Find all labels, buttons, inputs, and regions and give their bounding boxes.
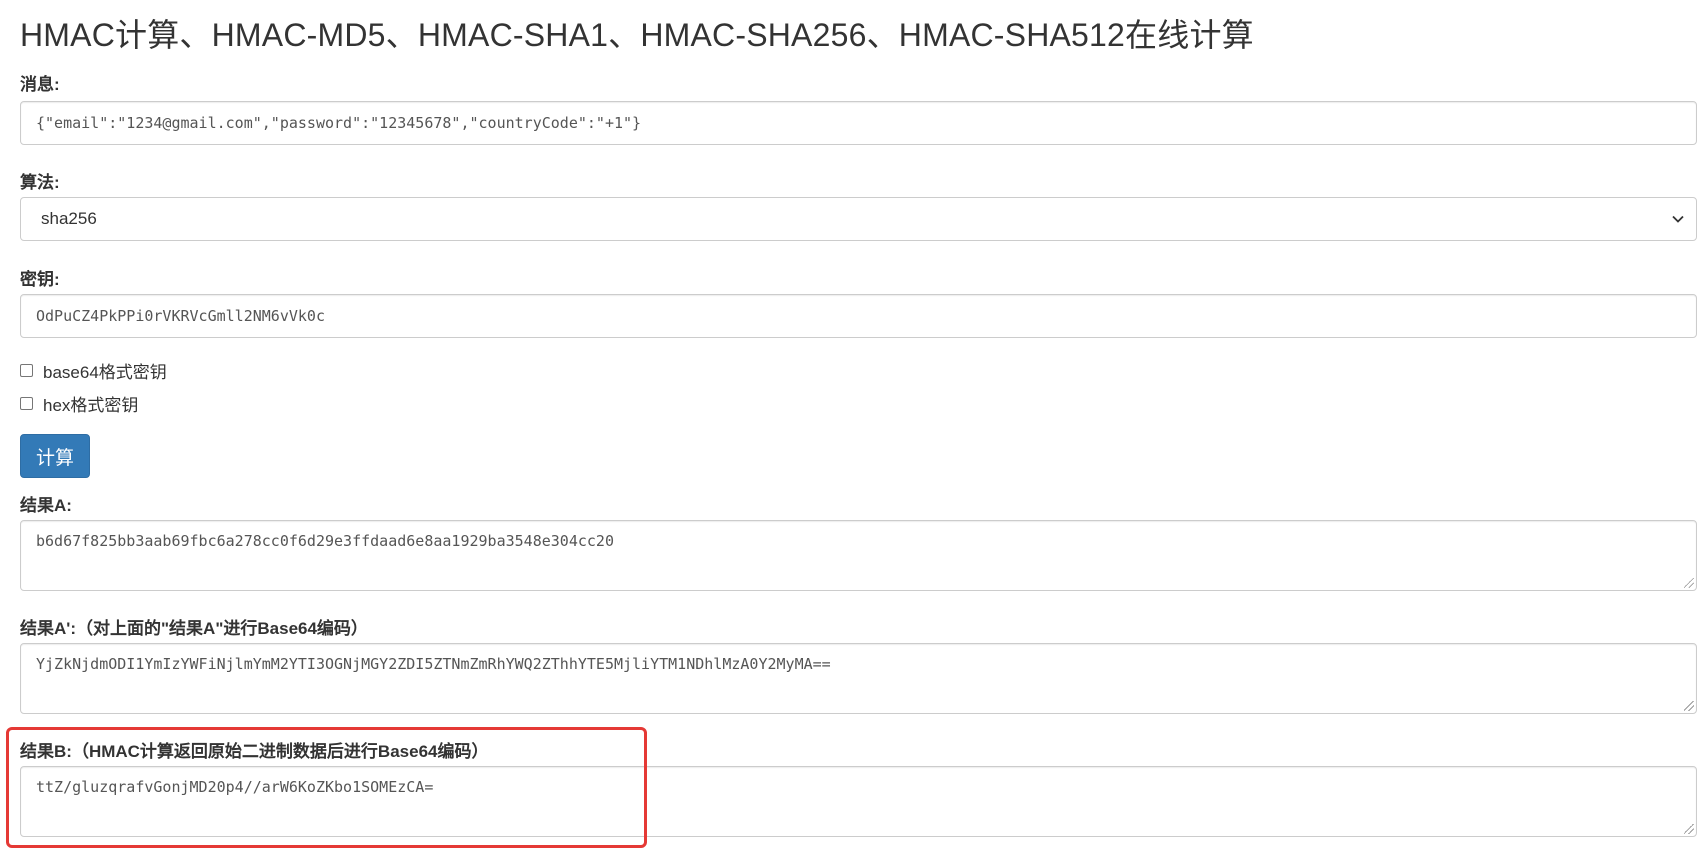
secret-label: 密钥: <box>20 270 60 289</box>
page-title: HMAC计算、HMAC-MD5、HMAC-SHA1、HMAC-SHA256、HM… <box>20 17 1254 53</box>
result-a-textarea[interactable]: b6d67f825bb3aab69fbc6a278cc0f6d29e3ffdaa… <box>20 520 1697 591</box>
resize-handle-icon[interactable] <box>1684 824 1694 834</box>
result-b-textarea[interactable]: ttZ/gluzqrafvGonjMD20p4//arW6KoZKbo1SOME… <box>20 766 1697 837</box>
result-a-label: 结果A: <box>20 496 72 515</box>
result-b-value: ttZ/gluzqrafvGonjMD20p4//arW6KoZKbo1SOME… <box>36 778 434 796</box>
compute-button[interactable]: 计算 <box>20 434 90 478</box>
algorithm-selected-value: sha256 <box>41 209 97 228</box>
algorithm-label: 算法: <box>20 173 60 192</box>
resize-handle-icon[interactable] <box>1684 701 1694 711</box>
hex-key-option[interactable]: hex格式密钥 <box>20 391 138 415</box>
result-a-base64-label: 结果A':（对上面的"结果A"进行Base64编码） <box>20 619 368 638</box>
hex-key-label: hex格式密钥 <box>43 395 139 415</box>
resize-handle-icon[interactable] <box>1684 578 1694 588</box>
message-label: 消息: <box>20 75 60 94</box>
hmac-calculator-page: HMAC计算、HMAC-MD5、HMAC-SHA1、HMAC-SHA256、HM… <box>0 0 1700 857</box>
result-a-base64-textarea[interactable]: YjZkNjdmODI1YmIzYWFiNjlmYmM2YTI3OGNjMGY2… <box>20 643 1697 714</box>
result-b-label: 结果B:（HMAC计算返回原始二进制数据后进行Base64编码） <box>20 742 489 761</box>
base64-key-option[interactable]: base64格式密钥 <box>20 358 167 382</box>
result-a-value: b6d67f825bb3aab69fbc6a278cc0f6d29e3ffdaa… <box>36 532 614 550</box>
secret-input[interactable]: OdPuCZ4PkPPi0rVKRVcGmll2NM6vVk0c <box>20 294 1697 338</box>
base64-key-checkbox[interactable] <box>20 363 33 377</box>
chevron-down-icon <box>1672 198 1684 240</box>
algorithm-select[interactable]: sha256 <box>20 197 1697 241</box>
hex-key-checkbox[interactable] <box>20 396 33 410</box>
message-input[interactable]: {"email":"1234@gmail.com","password":"12… <box>20 101 1697 145</box>
result-a-base64-value: YjZkNjdmODI1YmIzYWFiNjlmYmM2YTI3OGNjMGY2… <box>36 655 831 673</box>
base64-key-label: base64格式密钥 <box>43 362 167 382</box>
